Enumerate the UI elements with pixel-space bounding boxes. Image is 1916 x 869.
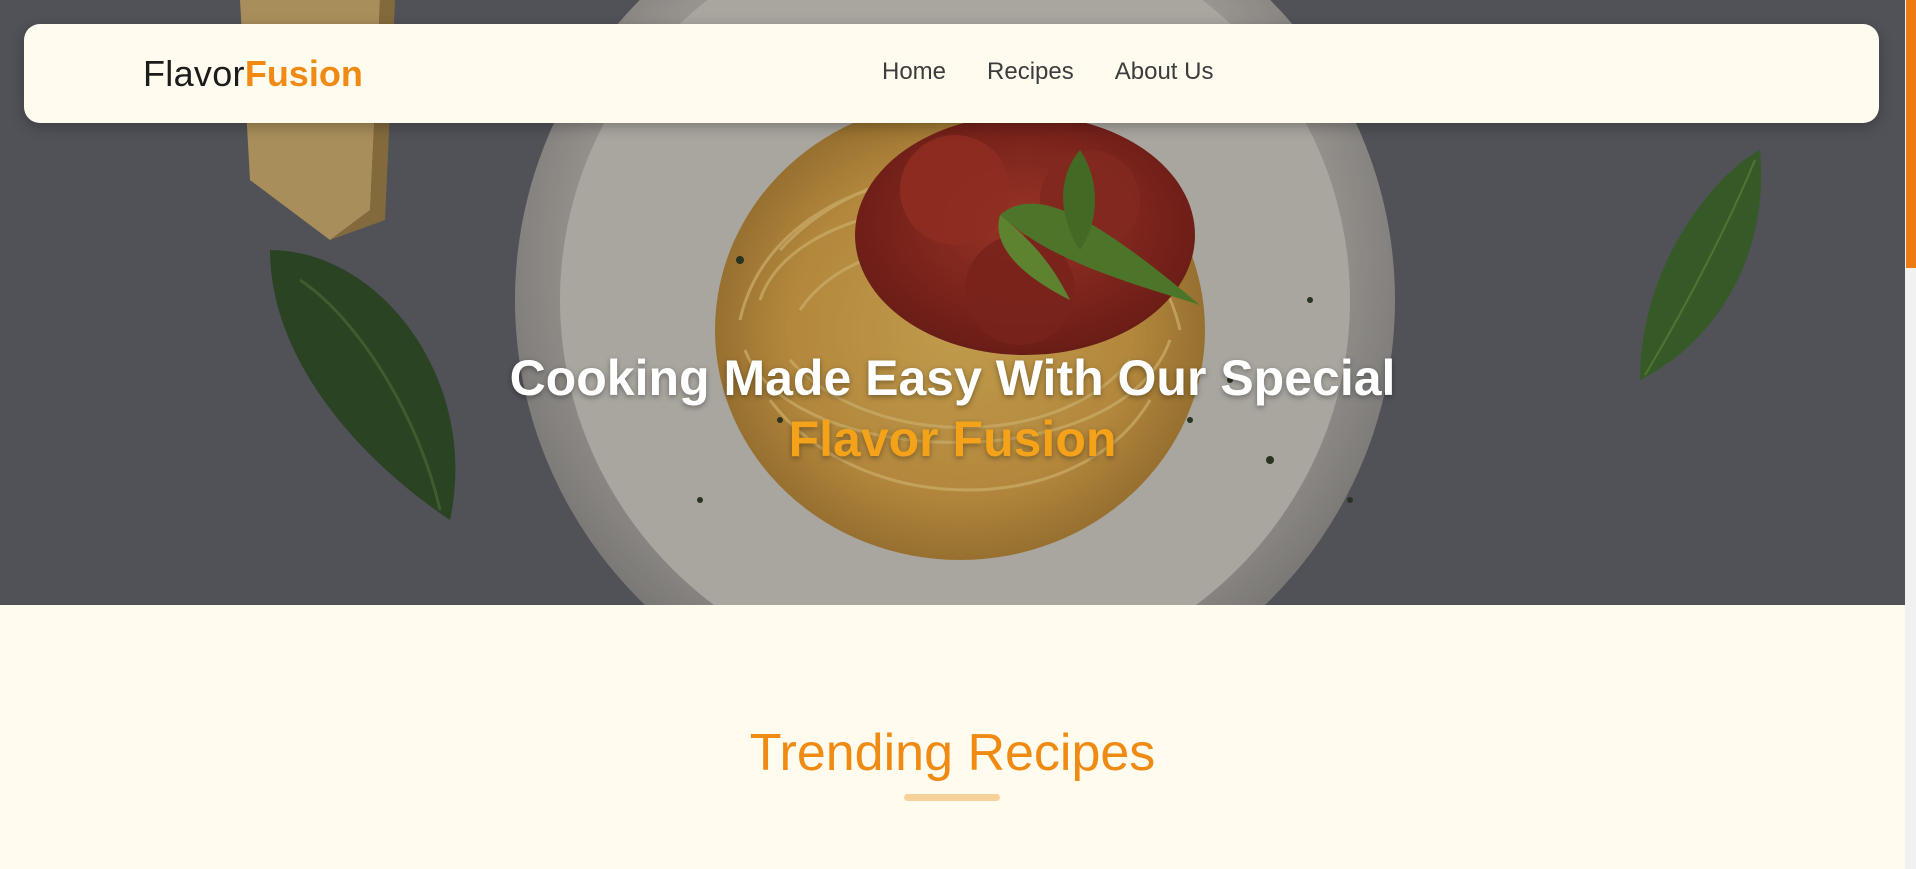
nav-link-about-us[interactable]: About Us xyxy=(1115,56,1214,88)
brand-logo[interactable]: FlavorFusion xyxy=(143,54,363,94)
nav-link-home[interactable]: Home xyxy=(882,56,946,88)
heading-underline-divider xyxy=(904,794,1000,801)
nav-link-recipes[interactable]: Recipes xyxy=(987,56,1074,88)
hero-heading: Cooking Made Easy With Our Special Flavo… xyxy=(0,348,1905,470)
hero-heading-accent: Flavor Fusion xyxy=(788,411,1117,467)
page: Cooking Made Easy With Our Special Flavo… xyxy=(0,0,1916,869)
trending-recipes-heading: Trending Recipes xyxy=(749,724,1156,782)
navbar: FlavorFusion Home Recipes About Us xyxy=(24,24,1879,123)
main-nav: Home Recipes About Us xyxy=(882,56,1213,88)
brand-logo-part2: Fusion xyxy=(244,53,363,94)
hero-heading-line1: Cooking Made Easy With Our Special xyxy=(509,350,1396,406)
scrollbar-thumb[interactable] xyxy=(1906,0,1916,268)
brand-logo-part1: Flavor xyxy=(143,53,245,94)
